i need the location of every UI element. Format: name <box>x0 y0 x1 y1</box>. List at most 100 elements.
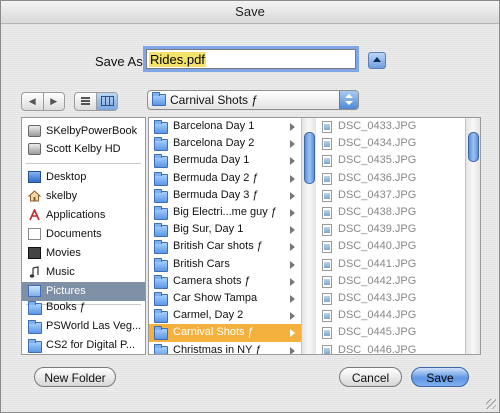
folder-icon <box>154 326 168 341</box>
file-row[interactable]: DSC_0440.JPG <box>316 238 464 256</box>
sidebar-item-applications[interactable]: Applications <box>22 206 145 225</box>
cancel-button[interactable]: Cancel <box>339 367 402 387</box>
folder-row[interactable]: Carmel, Day 2 <box>149 307 301 325</box>
folder-name: Barcelona Day 1 <box>173 120 255 132</box>
folder-row[interactable]: Carnival Shots ƒ <box>149 324 301 343</box>
folder-row[interactable]: British Cars <box>149 256 301 274</box>
folder-icon <box>28 320 42 334</box>
pictures-icon <box>28 285 41 297</box>
file-row[interactable]: DSC_0442.JPG <box>316 273 464 291</box>
file-row[interactable]: DSC_0437.JPG <box>316 187 464 205</box>
sidebar-item-label: PSWorld Las Veg... <box>46 320 142 332</box>
sidebar-item-documents[interactable]: Documents <box>22 225 145 244</box>
sidebar-item-books[interactable]: Books ƒ <box>22 298 145 317</box>
folder-icon <box>154 223 168 238</box>
hard-drive-icon <box>28 143 41 155</box>
list-view-button[interactable] <box>75 93 96 110</box>
music-icon <box>29 266 39 278</box>
scroll-thumb[interactable] <box>304 132 315 184</box>
folder-row[interactable]: Barcelona Day 1 <box>149 118 301 136</box>
disclosure-arrow-icon <box>290 346 295 354</box>
save-button[interactable]: Save <box>411 367 469 387</box>
file-row[interactable]: DSC_0443.JPG <box>316 290 464 308</box>
folder-row[interactable]: Car Show Tampa <box>149 290 301 308</box>
jpeg-file-icon <box>322 327 332 340</box>
sidebar-item-psworld[interactable]: PSWorld Las Veg... <box>22 317 145 336</box>
disclosure-arrow-icon <box>290 260 295 269</box>
file-row[interactable]: DSC_0435.JPG <box>316 152 464 170</box>
sidebar-item-scott-kelby-hd[interactable]: Scott Kelby HD <box>22 140 145 159</box>
file-row[interactable]: DSC_0446.JPG <box>316 342 464 355</box>
popup-arrows-icon <box>339 91 358 109</box>
sidebar-item-skelbypowerbook[interactable]: SKelbyPowerBook <box>22 122 145 141</box>
folder-row[interactable]: Christmas in NY ƒ <box>149 342 301 355</box>
file-row[interactable]: DSC_0433.JPG <box>316 118 464 136</box>
jpeg-file-icon <box>322 258 332 271</box>
folder-name: Carnival Shots ƒ <box>173 326 254 339</box>
home-icon <box>28 190 41 202</box>
filename-input[interactable]: Rides.pdf <box>146 49 356 69</box>
folder-column-scrollbar[interactable] <box>301 118 316 354</box>
window-title: Save <box>1 1 499 24</box>
folder-column: Barcelona Day 1 Barcelona Day 2 Bermuda Da… <box>149 118 301 354</box>
sidebar-item-skelby[interactable]: skelby <box>22 187 145 206</box>
folder-icon <box>154 274 168 289</box>
jpeg-file-icon <box>322 207 332 219</box>
column-view-button[interactable] <box>95 93 117 110</box>
laptop-drive-icon <box>28 125 41 137</box>
folder-name: Bermuda Day 1 <box>173 154 250 167</box>
file-row[interactable]: DSC_0436.JPG <box>316 170 464 188</box>
location-popup[interactable]: Carnival Shots ƒ <box>147 90 359 110</box>
file-row[interactable]: DSC_0445.JPG <box>316 324 464 342</box>
folder-icon <box>154 343 168 354</box>
jpeg-file-icon <box>322 138 332 151</box>
sidebar: SKelbyPowerBook Scott Kelby HD Desktop s… <box>21 117 146 355</box>
new-folder-button[interactable]: New Folder <box>34 367 116 387</box>
sidebar-item-desktop[interactable]: Desktop <box>22 168 145 187</box>
resize-grip[interactable] <box>486 399 496 409</box>
folder-name: Carmel, Day 2 <box>173 309 244 322</box>
column-view-icon <box>100 96 114 106</box>
disclosure-arrow-icon <box>290 312 295 321</box>
file-name: DSC_0441.JPG <box>338 257 417 270</box>
folder-row[interactable]: Bermuda Day 1 <box>149 152 301 170</box>
folder-icon <box>154 120 168 134</box>
file-browser: Barcelona Day 1 Barcelona Day 2 Bermuda Da… <box>148 117 481 355</box>
folder-row[interactable]: Camera shots ƒ <box>149 273 301 291</box>
forward-button[interactable]: ▶ <box>42 93 65 110</box>
sidebar-item-movies[interactable]: Movies <box>22 244 145 263</box>
jpeg-file-icon <box>322 344 332 354</box>
file-name: DSC_0433.JPG <box>338 120 417 132</box>
folder-name: British Car shots ƒ <box>173 240 263 253</box>
folder-row[interactable]: Big Sur, Day 1 <box>149 221 301 239</box>
folder-row[interactable]: Big Electri...me guy ƒ <box>149 204 301 222</box>
file-name: DSC_0437.JPG <box>338 188 417 201</box>
folder-row[interactable]: Bermuda Day 3 ƒ <box>149 187 301 205</box>
file-name: DSC_0446.JPG <box>338 343 417 355</box>
file-row[interactable]: DSC_0441.JPG <box>316 256 464 274</box>
file-row[interactable]: DSC_0444.JPG <box>316 307 464 325</box>
folder-icon <box>154 171 168 186</box>
file-row[interactable]: DSC_0439.JPG <box>316 221 464 239</box>
collapse-disclosure-button[interactable] <box>368 52 386 69</box>
file-row[interactable]: DSC_0438.JPG <box>316 204 464 222</box>
sidebar-item-music[interactable]: Music <box>22 263 145 282</box>
file-column-scrollbar[interactable] <box>465 118 480 354</box>
scroll-thumb[interactable] <box>468 132 479 162</box>
folder-row[interactable]: Bermuda Day 2 ƒ <box>149 170 301 188</box>
sidebar-item-label: Movies <box>46 247 81 259</box>
file-row[interactable]: DSC_0434.JPG <box>316 135 464 153</box>
sidebar-item-label: Documents <box>46 228 102 240</box>
folder-name: British Cars <box>173 257 230 270</box>
folder-row[interactable]: Barcelona Day 2 <box>149 135 301 153</box>
folder-row[interactable]: British Car shots ƒ <box>149 238 301 256</box>
folder-name: Barcelona Day 2 <box>173 137 255 150</box>
folder-name: Camera shots ƒ <box>173 274 251 287</box>
folder-name: Christmas in NY ƒ <box>173 343 262 355</box>
back-button[interactable]: ◀ <box>22 93 43 110</box>
disclosure-arrow-icon <box>290 140 295 149</box>
jpeg-file-icon <box>322 275 332 288</box>
disclosure-arrow-icon <box>290 157 295 166</box>
file-column: DSC_0433.JPG DSC_0434.JPG DSC_0435.JPG DSC_… <box>316 118 464 354</box>
sidebar-item-cs2[interactable]: CS2 for Digital P... <box>22 336 145 354</box>
